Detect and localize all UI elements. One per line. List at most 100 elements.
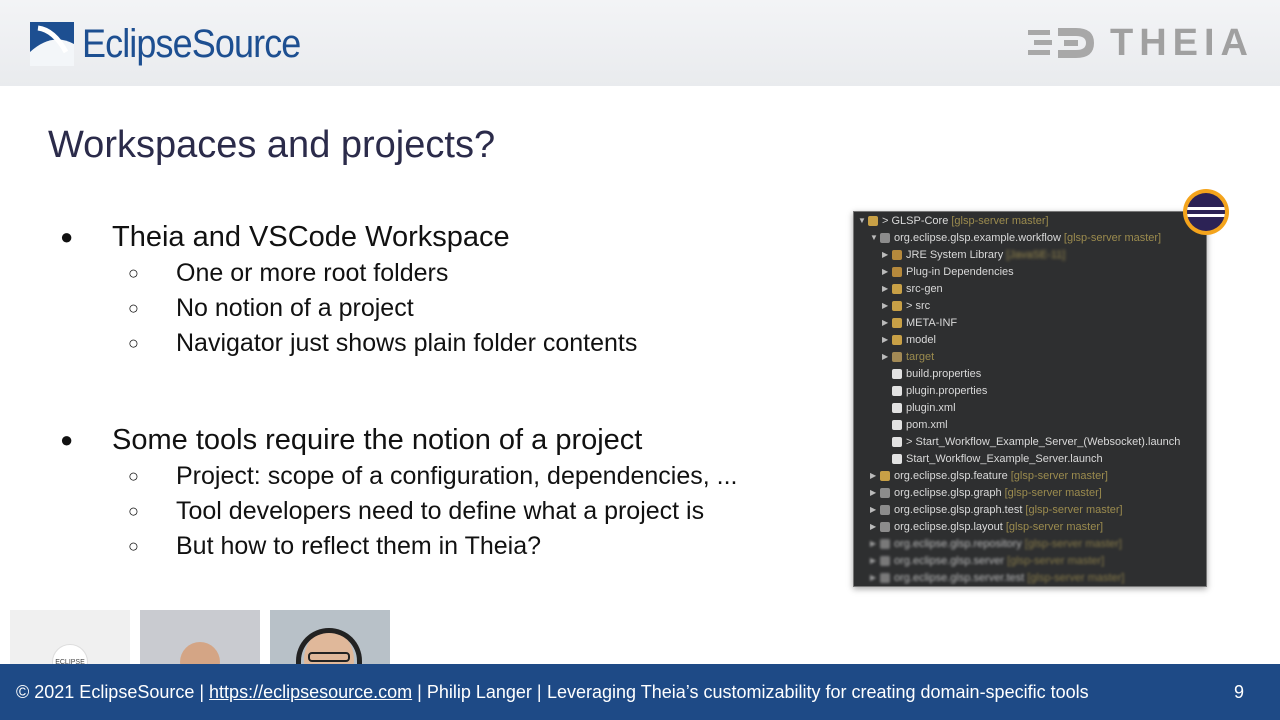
tree-row: ▶ org.eclipse.glsp.graph [glsp-server mast… [854,484,1206,501]
sub-bullet-item: ○ Navigator just shows plain folder cont… [60,326,840,361]
bullet-item: ● Some tools require the notion of a pro… [60,421,840,459]
sub-bullet-circle-icon: ○ [128,501,139,521]
tree-row-label: plugin.xml [906,401,956,414]
tree-row-label: Start_Workflow_Example_Server.launch [906,452,1103,465]
tree-row-label: plugin.properties [906,384,988,397]
file-icon [892,385,902,396]
collapse-arrow-icon: ▼ [858,216,866,225]
bullet-item: ● Theia and VSCode Workspace [60,218,840,256]
expand-arrow-icon: ▶ [870,505,877,514]
theia-logo: THEIA [1028,22,1254,64]
tree-row: ▶ org.eclipse.glsp.layout [glsp-server mas… [854,518,1206,535]
footer-talk-title: Leveraging Theia’s customizability for c… [547,682,1089,702]
tree-row-label: org.eclipse.glsp.layout [894,520,1003,533]
expand-arrow-icon: ▶ [882,284,889,293]
sub-bullet-item: ○ Project: scope of a configuration, dep… [60,459,840,494]
bullet-text: Theia and VSCode Workspace [112,220,510,253]
sub-bullet-text: Tool developers need to define what a pr… [176,497,705,525]
project-explorer-screenshot: ▼ > GLSP-Core [glsp-server master] ▼ org.ec… [853,211,1207,587]
footer-link[interactable]: https://eclipsesource.com [209,682,412,702]
eclipsesource-mark-icon [30,22,74,66]
sub-bullet-circle-icon: ○ [128,263,139,283]
tree-row-label: org.eclipse.glsp.server [894,554,1005,567]
tree-row: ▶ org.eclipse.glsp.graph.test [glsp-server… [854,501,1206,518]
tree-row: plugin.xml [854,399,1206,416]
folder-icon [892,283,902,294]
footer-left: © 2021 EclipseSource | https://eclipseso… [16,682,542,703]
slide-title: Workspaces and projects? [48,124,496,166]
tree-row-label: target [906,350,935,363]
expand-arrow-icon: ▶ [870,471,877,480]
sub-bullet-item: ○ One or more root folders [60,256,840,291]
tree-row-branch: [glsp-server master] [1027,571,1125,584]
tree-row: plugin.properties [854,382,1206,399]
tree-row-branch: [glsp-server master] [1025,503,1123,516]
bullet-list: ● Theia and VSCode Workspace ○ One or mo… [60,218,840,564]
library-icon [892,249,902,260]
expand-arrow-icon: ▶ [870,573,877,582]
tree-row: ▶ target [854,348,1206,365]
tree-row-branch: [JavaSE-11] [1006,248,1066,261]
tree-row-label: > Start_Workflow_Example_Server_(Websock… [906,435,1181,448]
tree-row-label: META-INF [906,316,958,329]
tree-row: ▼ org.eclipse.glsp.example.workflow [glsp-… [854,229,1206,246]
tree-row-label: model [906,333,936,346]
launch-file-icon [892,436,902,447]
tree-row: ▶ JRE System Library [JavaSE-11] [854,246,1206,263]
tree-row: ▶ > src [854,297,1206,314]
launch-file-icon [892,453,902,464]
expand-arrow-icon: ▶ [870,556,877,565]
folder-icon [892,351,902,362]
tree-row-branch: [glsp-server master] [1007,554,1105,567]
bullet-text: Some tools require the notion of a proje… [112,423,643,456]
file-icon [892,419,902,430]
folder-icon [892,300,902,311]
tree-row-branch: [glsp-server master] [1024,537,1122,550]
tree-row-branch: [glsp-server master] [1004,486,1102,499]
sub-bullet-text: But how to reflect them in Theia? [176,532,542,560]
tree-row-label: JRE System Library [906,248,1004,261]
expand-arrow-icon: ▶ [882,352,889,361]
sub-bullet-circle-icon: ○ [128,536,139,556]
expand-arrow-icon: ▶ [882,250,889,259]
tree-row: Start_Workflow_Example_Server.launch [854,450,1206,467]
tree-row: ▶ org.eclipse.glsp.feature [glsp-server ma… [854,467,1206,484]
tree-row: ▶ model [854,331,1206,348]
tree-row-label: org.eclipse.glsp.graph [894,486,1002,499]
tree-row-branch: [glsp-server master] [1063,231,1162,244]
collapse-arrow-icon: ▼ [870,233,878,242]
tree-row-label: src-gen [906,282,943,295]
bullet-dot-icon: ● [60,224,74,249]
tree-row-label: > GLSP-Core [882,214,949,227]
sub-bullet-text: One or more root folders [176,259,449,287]
tree-row-label: > src [906,299,931,312]
sub-bullet-circle-icon: ○ [128,298,139,318]
sub-bullet-text: No notion of a project [176,294,414,322]
tree-row: ▶ META-INF [854,314,1206,331]
tree-row-label: org.eclipse.glsp.repository [894,537,1022,550]
tree-row-label: pom.xml [906,418,948,431]
headset-icon [296,628,362,668]
tree-row-label: build.properties [906,367,982,380]
plugin-project-icon [880,555,890,566]
expand-arrow-icon: ▶ [882,267,889,276]
slide-header: EclipseSource THEIA [0,0,1280,86]
tree-row: ▶ org.eclipse.glsp.repository [glsp-server… [854,535,1206,552]
tree-row: ▶ Plug-in Dependencies [854,263,1206,280]
eclipsesource-logo: EclipseSource [30,16,325,72]
tree-row: ▼ > GLSP-Core [glsp-server master] [854,212,1206,229]
plugin-project-icon [880,538,890,549]
eclipsesource-wordmark: EclipseSource [82,21,301,66]
plugin-project-icon [880,521,890,532]
bullet-dot-icon: ● [60,427,74,452]
eclipse-ide-icon [1183,189,1229,235]
tree-row-label: Plug-in Dependencies [906,265,1014,278]
file-icon [892,402,902,413]
slide-footer: © 2021 EclipseSource | https://eclipseso… [0,664,1280,720]
tree-row: ▶ org.eclipse.glsp.server [glsp-server mas… [854,552,1206,569]
tree-row: pom.xml [854,416,1206,433]
expand-arrow-icon: ▶ [882,318,889,327]
plugin-project-icon [880,232,890,243]
tree-row-label: org.eclipse.glsp.server.test [894,571,1025,584]
tree-row: ▶ src-gen [854,280,1206,297]
